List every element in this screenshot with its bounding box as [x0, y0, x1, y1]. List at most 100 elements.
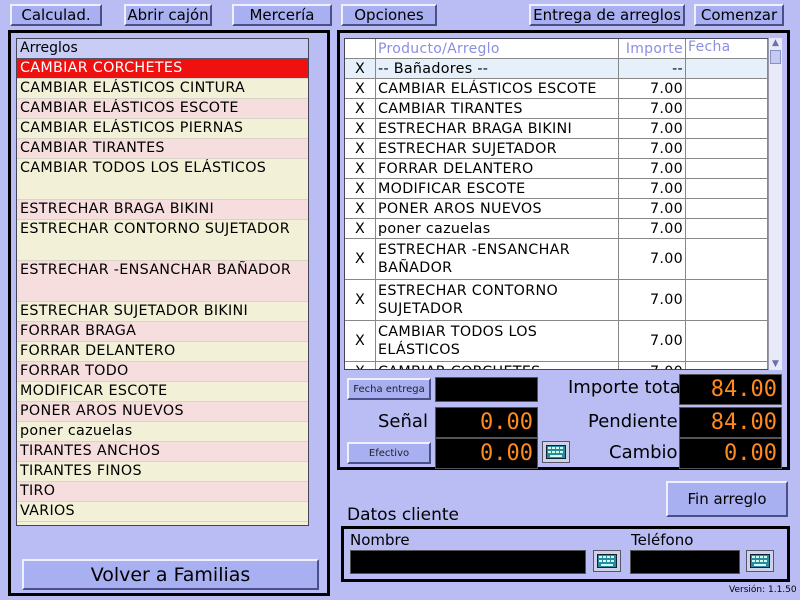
row-amount: 7.00 [619, 139, 686, 158]
col-header-product[interactable]: Producto/Arreglo [376, 39, 619, 58]
deliver-repairs-button[interactable]: Entrega de arreglos [529, 4, 685, 26]
table-scrollbar[interactable]: ▲ ▼ [768, 38, 782, 370]
row-date [686, 159, 768, 178]
table-row[interactable]: XCAMBIAR CORCHETES7.00 [345, 362, 768, 369]
phone-keyboard-icon[interactable] [746, 550, 774, 572]
col-header-amount[interactable]: Importe [619, 39, 686, 58]
row-date [686, 119, 768, 138]
options-button[interactable]: Opciones [341, 4, 437, 26]
version-text: Versión: 1.1.50 [729, 585, 797, 595]
phone-label: Teléfono [631, 531, 694, 549]
table-row[interactable]: X PONER AROS NUEVOS 7.00 [345, 199, 768, 219]
remove-item-x[interactable]: X [345, 280, 376, 320]
repair-list-item[interactable]: ESTRECHAR SUJETADOR BIKINI [17, 302, 308, 322]
repair-list-item[interactable]: ESTRECHAR -ENSANCHAR BAÑADOR [17, 261, 308, 302]
row-amount: 7.00 [619, 199, 686, 218]
repair-list-item[interactable]: VARIOS [17, 502, 308, 522]
row-date [686, 179, 768, 198]
remove-item-x[interactable]: X [345, 239, 376, 279]
table-header: Producto/Arreglo Importe Fecha [345, 39, 768, 59]
remove-item-x[interactable]: X [345, 59, 376, 78]
repair-list-item[interactable]: ESTRECHAR CONTORNO SUJETADOR [17, 220, 308, 261]
table-row[interactable]: X ESTRECHAR BRAGA BIKINI 7.00 [345, 119, 768, 139]
cash-button[interactable]: Efectivo [347, 442, 431, 464]
row-date [686, 280, 768, 320]
row-product-name: CAMBIAR TIRANTES [376, 99, 619, 118]
remove-item-x[interactable]: X [345, 179, 376, 198]
remove-item-x[interactable]: X [345, 199, 376, 218]
start-button[interactable]: Comenzar [694, 4, 784, 26]
row-product-name: PONER AROS NUEVOS [376, 199, 619, 218]
back-to-families-button[interactable]: Volver a Familias [22, 559, 319, 590]
row-amount: 7.00 [619, 362, 686, 369]
delivery-date-button[interactable]: Fecha entrega [347, 378, 431, 400]
repair-list-item[interactable]: FORRAR BRAGA [17, 322, 308, 342]
repair-list-item[interactable]: TIRO [17, 482, 308, 502]
merceria-button[interactable]: Mercería [232, 4, 332, 26]
keypad-icon[interactable] [542, 441, 570, 463]
scroll-down-icon[interactable]: ▼ [769, 359, 782, 370]
scroll-thumb[interactable] [770, 50, 781, 64]
remove-item-x[interactable]: X [345, 362, 376, 369]
deposit-label: Señal [378, 411, 428, 432]
remove-item-x[interactable]: X [345, 321, 376, 361]
table-row[interactable]: X CAMBIAR ELÁSTICOS ESCOTE 7.00 [345, 79, 768, 99]
row-amount: 7.00 [619, 159, 686, 178]
open-drawer-button[interactable]: Abrir cajón [124, 4, 212, 26]
row-amount: 7.00 [619, 119, 686, 138]
repair-list-item[interactable]: MODIFICAR ESCOTE [17, 382, 308, 402]
row-date [686, 139, 768, 158]
repair-list-item[interactable]: FORRAR DELANTERO [17, 342, 308, 362]
remove-item-x[interactable]: X [345, 119, 376, 138]
row-date [686, 219, 768, 238]
repair-list-item[interactable]: CAMBIAR ELÁSTICOS PIERNAS [17, 119, 308, 139]
row-date [686, 199, 768, 218]
phone-field[interactable] [630, 550, 740, 574]
cash-field[interactable]: 0.00 [435, 438, 538, 469]
remove-item-x[interactable]: X [345, 139, 376, 158]
remove-item-x[interactable]: X [345, 159, 376, 178]
repair-list-item[interactable]: ESTRECHAR BRAGA BIKINI [17, 200, 308, 220]
table-row[interactable]: X ESTRECHAR CONTORNO SUJETADOR 7.00 [345, 280, 768, 321]
row-product-name: CAMBIAR TODOS LOS ELÁSTICOS [376, 321, 619, 361]
delivery-date-field[interactable] [435, 377, 538, 402]
row-product-name: ESTRECHAR CONTORNO SUJETADOR [376, 280, 619, 320]
remove-item-x[interactable]: X [345, 219, 376, 238]
pending-display: 84.00 [679, 407, 782, 438]
row-product-name: ESTRECHAR -ENSANCHAR BAÑADOR [376, 239, 619, 279]
row-product-name: FORRAR DELANTERO [376, 159, 619, 178]
name-label: Nombre [350, 531, 410, 549]
repair-list-item[interactable]: CAMBIAR ELÁSTICOS ESCOTE [17, 99, 308, 119]
order-table[interactable]: Producto/Arreglo Importe Fecha X -- Bañad… [344, 38, 769, 370]
table-row[interactable]: Xponer cazuelas 7.00 [345, 219, 768, 239]
row-date [686, 321, 768, 361]
repair-list-item[interactable]: PONER AROS NUEVOS [17, 402, 308, 422]
total-amount-label: Importe total [568, 377, 686, 398]
repair-list-item[interactable]: CAMBIAR ELÁSTICOS CINTURA [17, 79, 308, 99]
table-row[interactable]: X -- Bañadores -- -- [345, 59, 768, 79]
remove-item-x[interactable]: X [345, 99, 376, 118]
name-field[interactable] [350, 550, 586, 574]
col-header-date[interactable]: Fecha [686, 39, 768, 58]
repair-list-item[interactable]: poner cazuelas [17, 422, 308, 442]
table-row[interactable]: X CAMBIAR TIRANTES 7.00 [345, 99, 768, 119]
repair-list-item[interactable]: TIRANTES FINOS [17, 462, 308, 482]
repair-list-item[interactable]: TIRANTES ANCHOS [17, 442, 308, 462]
finish-repair-button[interactable]: Fin arreglo [666, 481, 788, 517]
table-row[interactable]: X ESTRECHAR SUJETADOR 7.00 [345, 139, 768, 159]
repair-list-item[interactable]: CAMBIAR TIRANTES [17, 139, 308, 159]
remove-item-x[interactable]: X [345, 79, 376, 98]
table-row[interactable]: X MODIFICAR ESCOTE 7.00 [345, 179, 768, 199]
repair-list-item[interactable]: FORRAR TODO [17, 362, 308, 382]
scroll-up-icon[interactable]: ▲ [769, 38, 782, 49]
deposit-field[interactable]: 0.00 [435, 407, 538, 438]
table-row[interactable]: X ESTRECHAR -ENSANCHAR BAÑADOR 7.00 [345, 239, 768, 280]
calculator-button[interactable]: Calculad. [10, 4, 102, 26]
repair-list-item[interactable]: CAMBIAR CORCHETES [17, 59, 308, 79]
repairs-list[interactable]: Arreglos CAMBIAR CORCHETES CAMBIAR ELÁSTI… [16, 38, 309, 526]
table-row[interactable]: X FORRAR DELANTERO 7.00 [345, 159, 768, 179]
row-product-name: poner cazuelas [376, 219, 619, 238]
repair-list-item[interactable]: CAMBIAR TODOS LOS ELÁSTICOS [17, 159, 308, 200]
name-keyboard-icon[interactable] [593, 550, 621, 572]
table-row[interactable]: X CAMBIAR TODOS LOS ELÁSTICOS 7.00 [345, 321, 768, 362]
